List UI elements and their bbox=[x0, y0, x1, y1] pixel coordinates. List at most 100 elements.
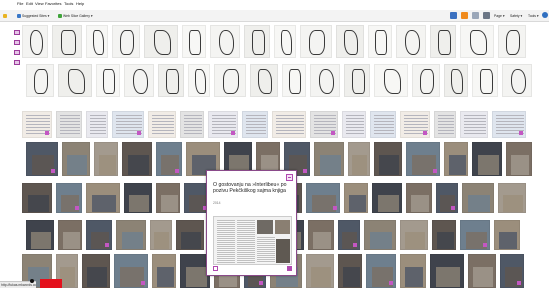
image-thumbnail[interactable] bbox=[282, 64, 306, 97]
image-thumbnail[interactable] bbox=[306, 254, 334, 288]
image-thumbnail[interactable] bbox=[436, 183, 458, 213]
image-thumbnail[interactable] bbox=[430, 254, 464, 288]
image-thumbnail[interactable] bbox=[150, 220, 172, 250]
image-thumbnail[interactable] bbox=[400, 254, 426, 288]
image-thumbnail[interactable] bbox=[366, 254, 396, 288]
image-thumbnail[interactable] bbox=[338, 254, 362, 288]
image-thumbnail[interactable] bbox=[412, 64, 440, 97]
image-thumbnail[interactable] bbox=[188, 64, 210, 97]
image-thumbnail[interactable] bbox=[22, 25, 48, 58]
image-thumbnail[interactable] bbox=[400, 111, 430, 138]
image-thumbnail[interactable] bbox=[52, 25, 82, 58]
image-thumbnail[interactable] bbox=[26, 64, 54, 97]
page-menu[interactable]: Page ▾ bbox=[494, 13, 505, 19]
image-thumbnail[interactable] bbox=[56, 183, 82, 213]
image-thumbnail[interactable] bbox=[430, 25, 456, 58]
image-thumbnail[interactable] bbox=[94, 142, 118, 176]
image-thumbnail[interactable] bbox=[158, 64, 184, 97]
image-thumbnail[interactable] bbox=[506, 142, 532, 176]
image-thumbnail[interactable] bbox=[208, 111, 238, 138]
home-icon[interactable] bbox=[450, 12, 457, 19]
image-thumbnail[interactable] bbox=[472, 64, 498, 97]
image-thumbnail[interactable] bbox=[152, 254, 176, 288]
menu-favorites[interactable]: Favorites bbox=[45, 1, 61, 6]
favorites-star-icon[interactable] bbox=[3, 13, 8, 19]
image-thumbnail[interactable] bbox=[434, 111, 456, 138]
suggested-sites-button[interactable]: Suggested Sites ▾ bbox=[17, 13, 49, 19]
image-thumbnail[interactable] bbox=[86, 183, 120, 213]
image-thumbnail[interactable] bbox=[460, 25, 494, 58]
image-thumbnail[interactable] bbox=[370, 111, 396, 138]
image-thumbnail[interactable] bbox=[82, 254, 110, 288]
image-thumbnail[interactable] bbox=[58, 64, 92, 97]
image-thumbnail[interactable] bbox=[500, 254, 524, 288]
image-thumbnail[interactable] bbox=[310, 111, 338, 138]
image-thumbnail[interactable] bbox=[374, 142, 402, 176]
image-thumbnail[interactable] bbox=[250, 64, 278, 97]
image-thumbnail[interactable] bbox=[86, 25, 108, 58]
image-thumbnail[interactable] bbox=[336, 25, 364, 58]
image-thumbnail[interactable] bbox=[460, 111, 488, 138]
image-thumbnail[interactable] bbox=[314, 142, 344, 176]
image-thumbnail[interactable] bbox=[112, 111, 144, 138]
image-thumbnail[interactable] bbox=[58, 220, 82, 250]
image-thumbnail[interactable] bbox=[214, 64, 246, 97]
image-thumbnail[interactable] bbox=[468, 254, 496, 288]
image-thumbnail[interactable] bbox=[444, 64, 468, 97]
image-thumbnail[interactable] bbox=[460, 220, 490, 250]
image-thumbnail[interactable] bbox=[112, 25, 140, 58]
pin-icon[interactable] bbox=[286, 174, 293, 181]
image-thumbnail[interactable] bbox=[344, 64, 370, 97]
image-thumbnail[interactable] bbox=[372, 183, 402, 213]
image-thumbnail[interactable] bbox=[396, 25, 426, 58]
image-thumbnail[interactable] bbox=[114, 254, 148, 288]
image-thumbnail[interactable] bbox=[156, 142, 182, 176]
image-thumbnail[interactable] bbox=[498, 183, 526, 213]
image-thumbnail[interactable] bbox=[182, 25, 206, 58]
print-icon[interactable] bbox=[483, 12, 490, 19]
image-thumbnail[interactable] bbox=[56, 111, 82, 138]
image-thumbnail[interactable] bbox=[180, 111, 204, 138]
image-thumbnail[interactable] bbox=[62, 142, 90, 176]
safety-menu[interactable]: Safety ▾ bbox=[510, 13, 522, 19]
image-thumbnail[interactable] bbox=[308, 220, 334, 250]
image-thumbnail[interactable] bbox=[472, 142, 502, 176]
image-thumbnail[interactable] bbox=[148, 111, 176, 138]
image-thumbnail[interactable] bbox=[444, 142, 468, 176]
image-thumbnail[interactable] bbox=[364, 220, 396, 250]
image-thumbnail[interactable] bbox=[210, 25, 240, 58]
image-thumbnail[interactable] bbox=[406, 183, 432, 213]
image-thumbnail[interactable] bbox=[22, 111, 52, 138]
image-thumbnail[interactable] bbox=[26, 142, 58, 176]
image-thumbnail[interactable] bbox=[300, 25, 332, 58]
image-thumbnail[interactable] bbox=[242, 111, 268, 138]
feeds-icon[interactable] bbox=[461, 12, 468, 19]
help-icon[interactable] bbox=[542, 12, 548, 18]
image-thumbnail[interactable] bbox=[406, 142, 440, 176]
menu-file[interactable]: File bbox=[17, 1, 23, 6]
image-thumbnail[interactable] bbox=[432, 220, 456, 250]
preview-popup[interactable]: O gostovanju na »Interlibeu« po pozivu P… bbox=[206, 170, 297, 276]
web-slice-gallery-button[interactable]: Web Slice Gallery ▾ bbox=[58, 13, 93, 19]
image-thumbnail[interactable] bbox=[116, 220, 146, 250]
read-mail-icon[interactable] bbox=[472, 12, 479, 19]
image-thumbnail[interactable] bbox=[274, 25, 296, 58]
menu-edit[interactable]: Edit bbox=[26, 1, 33, 6]
image-thumbnail[interactable] bbox=[492, 111, 526, 138]
image-thumbnail[interactable] bbox=[176, 220, 204, 250]
image-thumbnail[interactable] bbox=[400, 220, 428, 250]
image-thumbnail[interactable] bbox=[498, 25, 526, 58]
image-thumbnail[interactable] bbox=[124, 183, 152, 213]
image-thumbnail[interactable] bbox=[462, 183, 494, 213]
newspaper-clipping-icon[interactable] bbox=[213, 216, 292, 265]
image-thumbnail[interactable] bbox=[348, 142, 370, 176]
image-thumbnail[interactable] bbox=[344, 183, 368, 213]
image-thumbnail[interactable] bbox=[122, 142, 152, 176]
menu-view[interactable]: View bbox=[35, 1, 44, 6]
image-thumbnail[interactable] bbox=[156, 183, 180, 213]
image-thumbnail[interactable] bbox=[272, 111, 306, 138]
image-thumbnail[interactable] bbox=[86, 111, 108, 138]
tools-menu[interactable]: Tools ▾ bbox=[528, 13, 539, 19]
image-thumbnail[interactable] bbox=[494, 220, 520, 250]
image-thumbnail[interactable] bbox=[368, 25, 392, 58]
